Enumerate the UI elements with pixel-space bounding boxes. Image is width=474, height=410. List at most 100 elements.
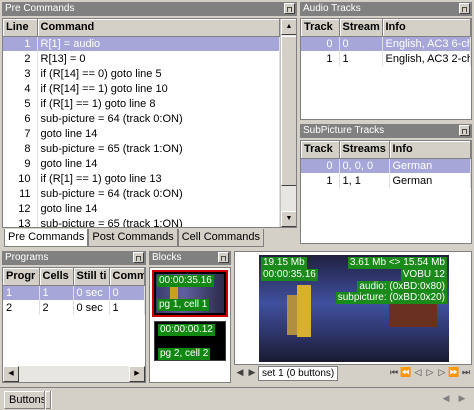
tab-cell-commands[interactable]: Cell Commands	[177, 229, 264, 247]
audio-tracks-title: Audio Tracks ⊓	[300, 2, 472, 16]
play-icon[interactable]: ▷	[424, 366, 436, 380]
col-stream-header[interactable]: Stream	[339, 19, 383, 37]
table-row[interactable]: 1 R[1] = audio	[3, 36, 280, 51]
programs-title: Programs ⊓	[2, 251, 146, 265]
line-number: 3	[3, 66, 38, 81]
table-row[interactable]: 7 goto line 14	[3, 126, 280, 141]
line-number: 4	[3, 81, 38, 96]
block-label: pg 1, cell 1	[157, 299, 210, 311]
scroll-left-icon[interactable]: ◀	[3, 366, 19, 382]
col-cells-header[interactable]: Cells	[39, 268, 74, 286]
col-track-header[interactable]: Track	[301, 141, 340, 159]
scroll-right-icon[interactable]: ▶	[456, 392, 468, 406]
table-row[interactable]: 2 R[13] = 0	[3, 51, 280, 66]
prev-start-icon[interactable]: ⏮	[388, 366, 400, 380]
table-row[interactable]: 2 2 0 sec 1	[3, 300, 145, 315]
video-preview[interactable]: 19.15 Mb 00:00:35.16 3.61 Mb <> 15.54 Mb…	[259, 255, 449, 362]
table-row[interactable]: 3 if (R[14] == 0) goto line 5	[3, 66, 280, 81]
preview-time: 00:00:35.16	[261, 269, 318, 281]
table-row[interactable]: 9 goto line 14	[3, 156, 280, 171]
preview-panel: 19.15 Mb 00:00:35.16 3.61 Mb <> 15.54 Mb…	[234, 251, 472, 383]
table-row[interactable]: 1 1 0 sec 0	[3, 285, 145, 300]
subpicture-tracks-title: SubPicture Tracks ⊓	[300, 124, 472, 138]
table-row[interactable]: 11 sub-picture = 64 (track 0:ON)	[3, 186, 280, 201]
col-line-header[interactable]: Line	[3, 19, 38, 37]
col-info-header[interactable]: Info	[389, 141, 471, 159]
scroll-right-icon[interactable]: ▶	[246, 366, 258, 380]
pre-commands-panel: Pre Commands ⊓ Line Command 1 R[1] = audi…	[2, 2, 297, 247]
figure-shape	[287, 295, 297, 335]
blocks-panel: Blocks ⊓ 00:00:35.16 pg 1, cell 1 00:00:…	[149, 251, 231, 383]
next-icon[interactable]: ▷	[436, 366, 448, 380]
audio-tracks-table: Track Stream Info 0 0 English, AC3 6-ch …	[301, 19, 471, 66]
table-row[interactable]: 10 if (R[1] == 1) goto line 13	[3, 171, 280, 186]
scroll-left-icon[interactable]: ◀	[440, 392, 452, 406]
pin-icon[interactable]: ⊓	[284, 3, 295, 14]
command-text: goto line 14	[37, 201, 280, 216]
table-row[interactable]: 5 if (R[1] == 1) goto line 8	[3, 96, 280, 111]
programs-hscrollbar[interactable]: ◀ ▶	[3, 366, 145, 382]
line-number: 2	[3, 51, 38, 66]
programs-table: Progr Cells Still ti Comm 1 1 0 sec 0 2 …	[3, 268, 145, 315]
rack-shape	[389, 303, 437, 327]
next-end-icon[interactable]: ⏭	[460, 366, 472, 380]
table-row[interactable]: 13 sub-picture = 65 (track 1:ON)	[3, 216, 280, 227]
command-text: if (R[1] == 1) goto line 8	[37, 96, 280, 111]
command-text: if (R[1] == 1) goto line 13	[37, 171, 280, 186]
table-row[interactable]: 0 0 English, AC3 6-ch	[301, 36, 471, 51]
table-row[interactable]: 12 goto line 14	[3, 201, 280, 216]
block-thumbnail[interactable]: 00:00:35.16 pg 1, cell 1	[152, 270, 228, 317]
line-number: 1	[3, 36, 38, 51]
col-comm-header[interactable]: Comm	[109, 268, 145, 286]
table-row[interactable]: 1 1, 1 German	[301, 173, 471, 188]
pre-commands-table-well: Line Command 1 R[1] = audio 2 R[13] = 0 3 if …	[2, 18, 297, 228]
command-text: R[1] = audio	[37, 36, 280, 51]
line-number: 8	[3, 141, 38, 156]
scroll-up-icon[interactable]: ▲	[281, 19, 296, 35]
scroll-right-icon[interactable]: ▶	[129, 366, 145, 382]
block-thumbnail[interactable]: 00:00:00.12 pg 2, cell 2	[154, 321, 226, 361]
rewind-icon[interactable]: ⏪	[400, 366, 412, 380]
col-command-header[interactable]: Command	[37, 19, 280, 37]
tab-pre-commands[interactable]: Pre Commands	[4, 229, 89, 247]
command-text: sub-picture = 64 (track 0:ON)	[37, 111, 280, 126]
command-text: goto line 14	[37, 126, 280, 141]
pin-icon[interactable]: ⊓	[459, 3, 470, 14]
command-text: if (R[14] == 1) goto line 10	[37, 81, 280, 96]
tab-button-set[interactable]: set 1 (0 buttons)	[258, 365, 339, 381]
col-still-header[interactable]: Still ti	[73, 268, 110, 286]
table-row[interactable]: 8 sub-picture = 65 (track 1:ON)	[3, 141, 280, 156]
subpicture-tracks-well: Track Streams Info 0 0, 0, 0 German 1 1,…	[300, 140, 472, 244]
scroll-left-icon[interactable]: ◀	[234, 366, 246, 380]
preview-well: 19.15 Mb 00:00:35.16 3.61 Mb <> 15.54 Mb…	[234, 251, 472, 365]
pin-icon[interactable]: ⊓	[133, 252, 144, 263]
audio-tracks-well: Track Stream Info 0 0 English, AC3 6-ch …	[300, 18, 472, 120]
status-bar: Buttons ◀ ▶	[0, 387, 474, 410]
scroll-down-icon[interactable]: ▼	[281, 211, 296, 227]
col-streams-header[interactable]: Streams	[339, 141, 390, 159]
col-info-header[interactable]: Info	[382, 19, 471, 37]
pre-commands-tabs: Pre Commands Post Commands Cell Commands	[4, 229, 264, 247]
table-row[interactable]: 4 if (R[14] == 1) goto line 10	[3, 81, 280, 96]
block-timecode: 00:00:35.16	[157, 275, 214, 287]
divider	[44, 391, 46, 409]
tab-post-commands[interactable]: Post Commands	[88, 229, 178, 247]
prev-icon[interactable]: ◁	[412, 366, 424, 380]
pin-icon[interactable]: ⊓	[218, 252, 229, 263]
col-program-header[interactable]: Progr	[3, 268, 40, 286]
col-track-header[interactable]: Track	[301, 19, 340, 37]
table-row[interactable]: 1 1 English, AC3 2-ch,	[301, 51, 471, 66]
line-number: 12	[3, 201, 38, 216]
table-row[interactable]: 0 0, 0, 0 German	[301, 158, 471, 173]
table-row[interactable]: 6 sub-picture = 64 (track 0:ON)	[3, 111, 280, 126]
block-timecode: 00:00:00.12	[158, 324, 215, 336]
scroll-thumb[interactable]	[281, 36, 296, 186]
forward-icon[interactable]: ⏩	[448, 366, 460, 380]
pin-icon[interactable]: ⊓	[459, 125, 470, 136]
command-text: sub-picture = 65 (track 1:ON)	[37, 216, 280, 227]
line-number: 9	[3, 156, 38, 171]
command-text: if (R[14] == 0) goto line 5	[37, 66, 280, 81]
pre-commands-scrollbar[interactable]: ▲ ▼	[280, 19, 296, 227]
line-number: 10	[3, 171, 38, 186]
preview-subpicture: subpicture: (0xBD:0x20)	[335, 292, 447, 304]
